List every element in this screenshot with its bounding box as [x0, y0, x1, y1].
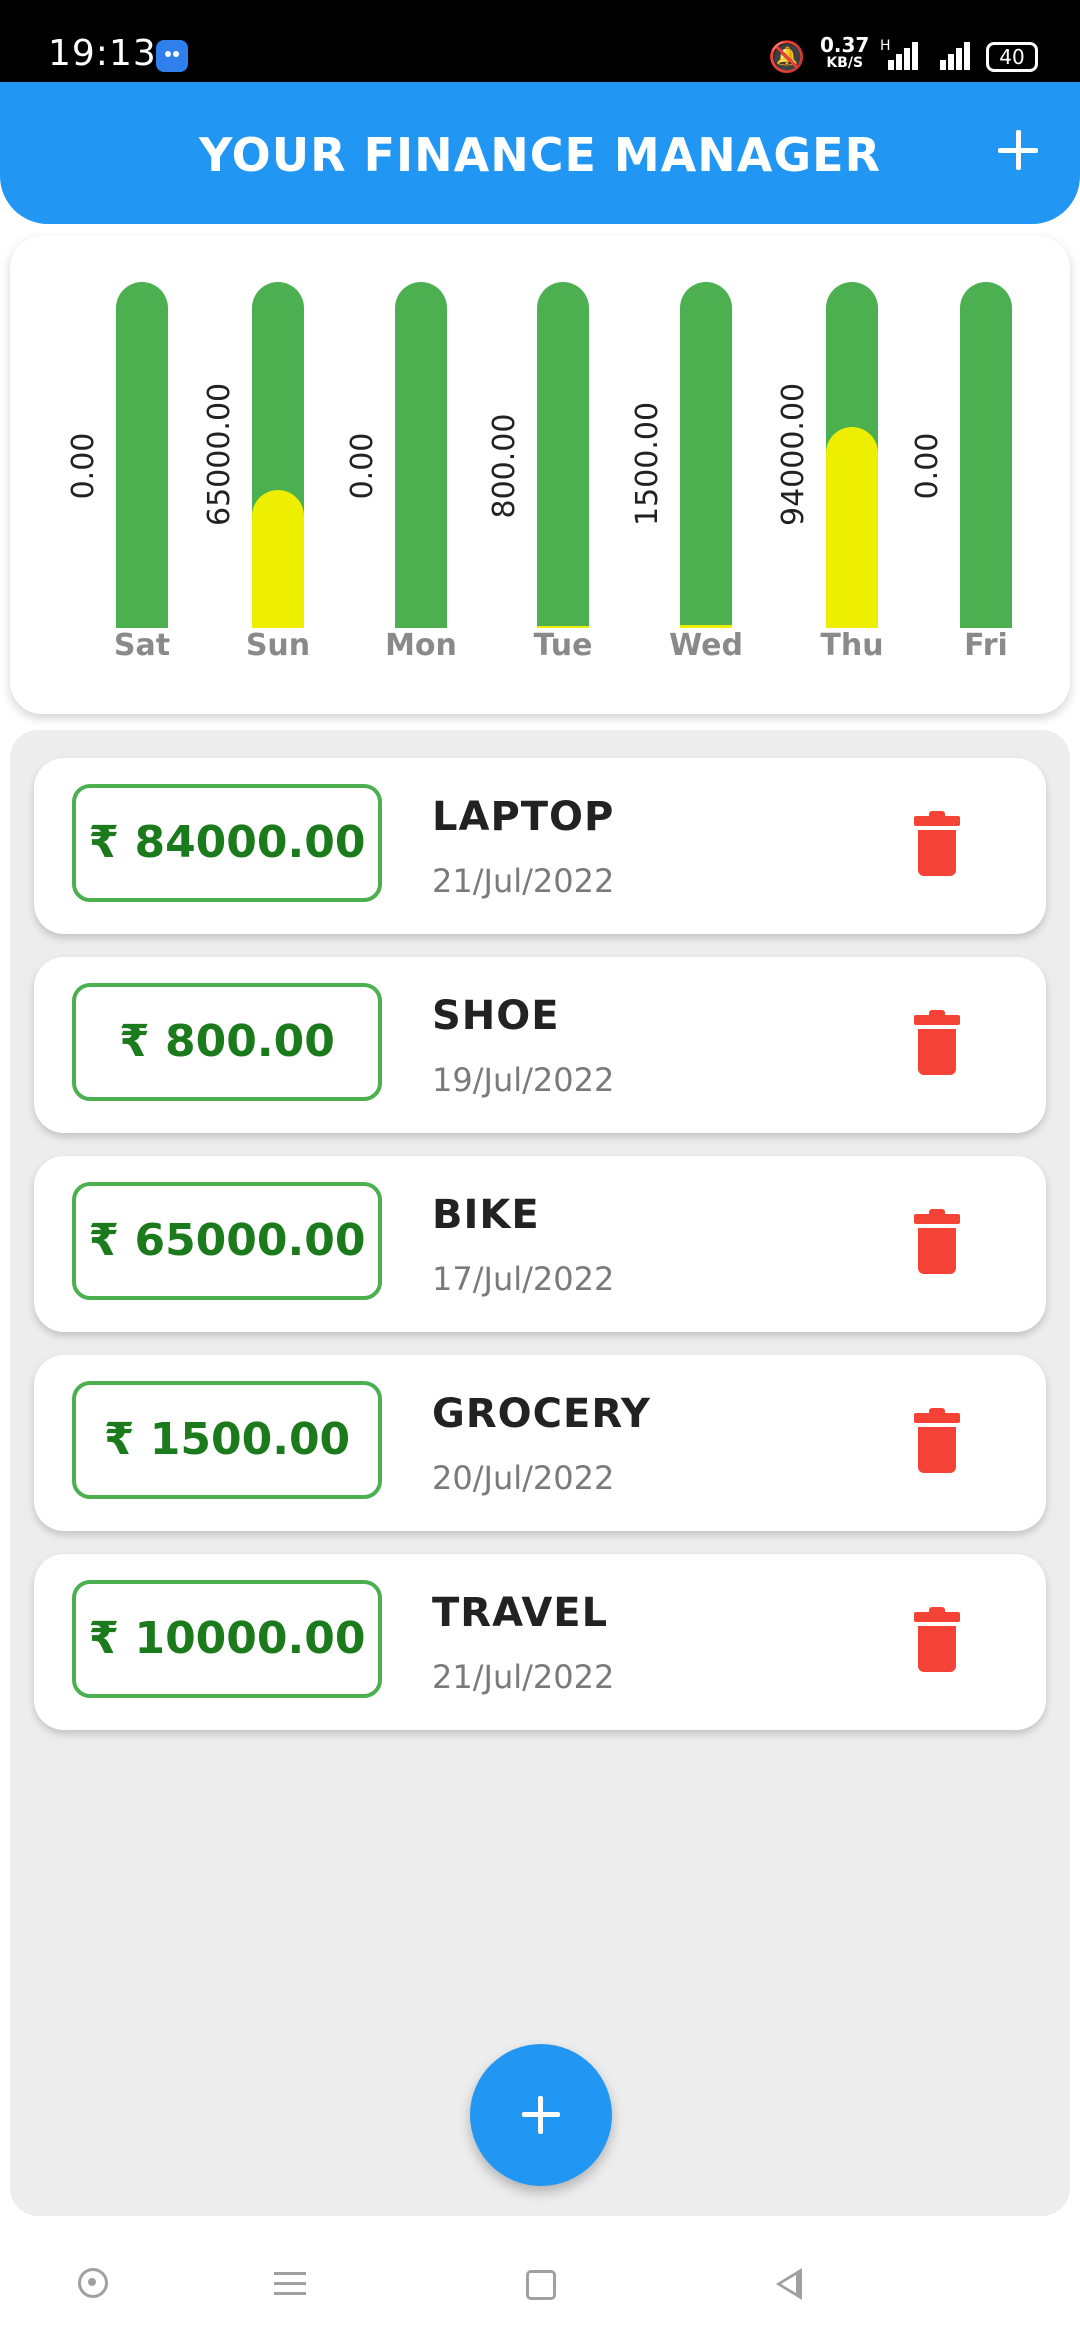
bar-track [116, 282, 168, 628]
bar-fill [252, 490, 304, 628]
transaction-title: TRAVEL [432, 1590, 609, 1636]
transaction-date: 19/Jul/2022 [432, 1061, 615, 1099]
back-icon[interactable] [758, 2256, 814, 2312]
app-bar: YOUR FINANCE MANAGER [0, 82, 1080, 224]
bar-day-label: Sun [245, 628, 311, 663]
bar-value-label: 0.00 [66, 432, 101, 500]
chart-bar-wed: 1500.00 Wed [630, 236, 743, 714]
chart-bar-mon: 0.00 Mon [345, 236, 457, 714]
mute-icon: 🔕 [768, 40, 806, 75]
transaction-title: GROCERY [432, 1391, 651, 1437]
plus-icon[interactable] [990, 122, 1046, 178]
transaction-date: 21/Jul/2022 [432, 862, 615, 900]
transaction-date: 17/Jul/2022 [432, 1260, 615, 1298]
transaction-list: ₹ 84000.00 LAPTOP 21/Jul/2022 ₹ 800.00 SHOE 1… [10, 730, 1070, 2216]
network-speed: 0.37 KB/S [820, 33, 870, 72]
transaction-title: BIKE [432, 1192, 540, 1238]
chart-bar-fri: 0.00 Fri [910, 236, 1012, 714]
app-title: YOUR FINANCE MANAGER [199, 128, 881, 182]
speed-unit: KB/S [826, 55, 864, 71]
bar-day-label: Sat [113, 628, 171, 663]
status-bar: 19:13 🔕 0.37 KB/S H 40 [0, 0, 1080, 82]
chart-bar-sun: 65000.00 Sun [202, 236, 310, 714]
chart-bar-sat: 0.00 Sat [66, 236, 170, 714]
transaction-amount: ₹ 800.00 [72, 983, 382, 1101]
network-type: H [880, 38, 891, 54]
transaction-title: SHOE [432, 993, 560, 1039]
battery-icon: 40 [986, 42, 1038, 72]
status-time: 19:13 [48, 33, 157, 74]
weekly-chart: 0.00 Sat 65000.00 Sun 0.00 Mon 800.00 Tue 1500.0… [10, 236, 1070, 714]
transaction-amount: ₹ 1500.00 [72, 1381, 382, 1499]
bar-day-label: Mon [385, 628, 457, 663]
transaction-card[interactable]: ₹ 84000.00 LAPTOP 21/Jul/2022 [34, 758, 1046, 934]
delete-icon[interactable] [914, 1607, 960, 1672]
delete-icon[interactable] [914, 1209, 960, 1274]
bar-track [395, 282, 447, 628]
recents-icon[interactable] [512, 2256, 568, 2312]
bar-value-label: 94000.00 [776, 382, 811, 526]
delete-icon[interactable] [914, 1010, 960, 1075]
transaction-card[interactable]: ₹ 65000.00 BIKE 17/Jul/2022 [34, 1156, 1046, 1332]
bar-track [537, 282, 589, 628]
home-icon[interactable] [66, 2256, 122, 2312]
delete-icon[interactable] [914, 811, 960, 876]
bar-track [680, 282, 732, 628]
transaction-card[interactable]: ₹ 800.00 SHOE 19/Jul/2022 [34, 957, 1046, 1133]
transaction-card[interactable]: ₹ 1500.00 GROCERY 20/Jul/2022 [34, 1355, 1046, 1531]
add-transaction-button[interactable] [470, 2044, 612, 2186]
bar-day-label: Fri [964, 628, 1008, 663]
transaction-amount: ₹ 65000.00 [72, 1182, 382, 1300]
bar-day-label: Tue [533, 628, 593, 663]
bar-value-label: 1500.00 [630, 401, 665, 526]
navigation-bar [0, 2228, 1080, 2340]
bar-track [960, 282, 1012, 628]
transaction-card[interactable]: ₹ 10000.00 TRAVEL 21/Jul/2022 [34, 1554, 1046, 1730]
bar-value-label: 0.00 [910, 432, 945, 500]
delete-icon[interactable] [914, 1408, 960, 1473]
chart-bar-tue: 800.00 Tue [487, 236, 592, 714]
transaction-date: 21/Jul/2022 [432, 1658, 615, 1696]
bar-value-label: 0.00 [345, 432, 380, 500]
transaction-amount: ₹ 84000.00 [72, 784, 382, 902]
battery-level: 40 [999, 45, 1025, 69]
chart-bar-thu: 94000.00 Thu [776, 236, 884, 714]
bar-day-label: Wed [669, 628, 743, 663]
bar-fill [826, 427, 878, 628]
menu-icon[interactable] [264, 2256, 320, 2312]
transaction-title: LAPTOP [432, 794, 615, 840]
bar-track [252, 282, 304, 628]
bar-day-label: Thu [820, 628, 884, 663]
android-app-icon [156, 40, 188, 72]
bar-value-label: 65000.00 [202, 382, 237, 526]
transaction-date: 20/Jul/2022 [432, 1459, 615, 1497]
bar-value-label: 800.00 [487, 413, 522, 519]
transaction-amount: ₹ 10000.00 [72, 1580, 382, 1698]
speed-value: 0.37 [820, 33, 870, 57]
bar-track [826, 282, 878, 628]
